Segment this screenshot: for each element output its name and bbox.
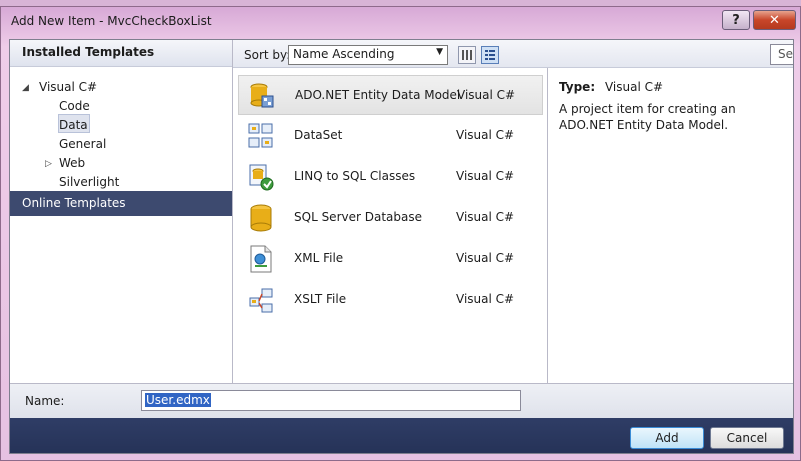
- template-name: XSLT File: [294, 292, 347, 306]
- tree-item-code[interactable]: Code: [59, 99, 90, 113]
- window-title: Add New Item - MvcCheckBoxList: [11, 14, 212, 28]
- linq-to-sql-icon: [249, 164, 274, 191]
- template-item-linq-to-sql-classes[interactable]: LINQ to SQL Classes Visual C#: [238, 157, 543, 197]
- template-language: Visual C#: [456, 292, 515, 306]
- item-name-input[interactable]: User.edmx: [141, 390, 521, 411]
- template-tree-pane: Installed Templates ◢ Visual C# Code Dat…: [10, 40, 233, 383]
- cancel-button[interactable]: Cancel: [710, 427, 784, 449]
- template-language: Visual C#: [456, 210, 515, 224]
- template-item-dataset[interactable]: DataSet Visual C#: [238, 116, 543, 156]
- sort-toolbar: Sort by: Name Ascending ▼ Search Install…: [233, 40, 793, 68]
- list-view-icon: [485, 50, 495, 60]
- template-language: Visual C#: [456, 251, 515, 265]
- add-button[interactable]: Add: [630, 427, 704, 449]
- type-label: Type:: [559, 80, 596, 94]
- online-templates-header[interactable]: Online Templates: [10, 191, 232, 216]
- template-language: Visual C#: [457, 88, 516, 102]
- tree-item-silverlight[interactable]: Silverlight: [59, 175, 119, 189]
- template-name: XML File: [294, 251, 344, 265]
- tree-expanded-arrow-icon[interactable]: ◢: [22, 83, 29, 93]
- name-label: Name:: [25, 394, 65, 408]
- template-item-xml-file[interactable]: XML File Visual C#: [238, 239, 543, 279]
- xml-file-icon: [250, 245, 272, 273]
- search-placeholder: Search Installed Templates: [778, 47, 793, 61]
- search-templates-input[interactable]: Search Installed Templates: [770, 44, 793, 65]
- small-icons-view-button[interactable]: [458, 46, 476, 64]
- sort-dropdown[interactable]: Name Ascending ▼: [288, 45, 448, 65]
- help-button[interactable]: ?: [722, 10, 750, 30]
- dialog-client-area: Installed Templates ◢ Visual C# Code Dat…: [9, 39, 794, 454]
- dataset-icon: [248, 123, 273, 148]
- name-bar: Name: User.edmx: [10, 383, 793, 418]
- template-language: Visual C#: [456, 169, 515, 183]
- button-bar: Add Cancel: [10, 418, 793, 453]
- installed-templates-header[interactable]: Installed Templates: [10, 40, 232, 67]
- template-name: ADO.NET Entity Data Model: [295, 88, 461, 102]
- template-language: Visual C#: [456, 128, 515, 142]
- tree-collapsed-arrow-icon[interactable]: ▷: [45, 159, 52, 169]
- add-new-item-dialog: Add New Item - MvcCheckBoxList ? ✕ Insta…: [0, 6, 801, 461]
- item-name-value: User.edmx: [145, 393, 211, 407]
- chevron-down-icon: ▼: [436, 47, 443, 57]
- type-value: Visual C#: [604, 80, 664, 94]
- template-list: ADO.NET Entity Data Model Visual C# Data…: [233, 68, 548, 383]
- template-name: LINQ to SQL Classes: [294, 169, 416, 183]
- tree-item-data[interactable]: Data: [59, 118, 88, 132]
- title-bar: Add New Item - MvcCheckBoxList ? ✕: [1, 7, 800, 37]
- template-name: SQL Server Database: [294, 210, 422, 224]
- tree-item-web[interactable]: Web: [59, 156, 85, 170]
- tree-item-visual-csharp[interactable]: Visual C#: [39, 80, 97, 94]
- sort-by-label: Sort by:: [244, 48, 291, 62]
- type-line: Type: Visual C#: [559, 80, 663, 94]
- template-description: A project item for creating an ADO.NET E…: [559, 102, 736, 132]
- xslt-file-icon: [249, 288, 273, 313]
- tree-item-general[interactable]: General: [59, 137, 106, 151]
- medium-icons-view-button[interactable]: [481, 46, 499, 64]
- template-item-sql-server-database[interactable]: SQL Server Database Visual C#: [238, 198, 543, 238]
- grid-view-icon: [462, 50, 472, 60]
- template-name: DataSet: [294, 128, 343, 142]
- sort-dropdown-value: Name Ascending: [293, 47, 395, 61]
- entity-model-icon: [250, 83, 274, 108]
- close-button[interactable]: ✕: [753, 10, 796, 30]
- database-icon: [250, 204, 272, 232]
- template-item-xslt-file[interactable]: XSLT File Visual C#: [238, 280, 543, 320]
- template-item-ado-net-entity-data-model[interactable]: ADO.NET Entity Data Model Visual C#: [238, 75, 543, 115]
- template-details-pane: Type: Visual C# A project item for creat…: [548, 68, 793, 383]
